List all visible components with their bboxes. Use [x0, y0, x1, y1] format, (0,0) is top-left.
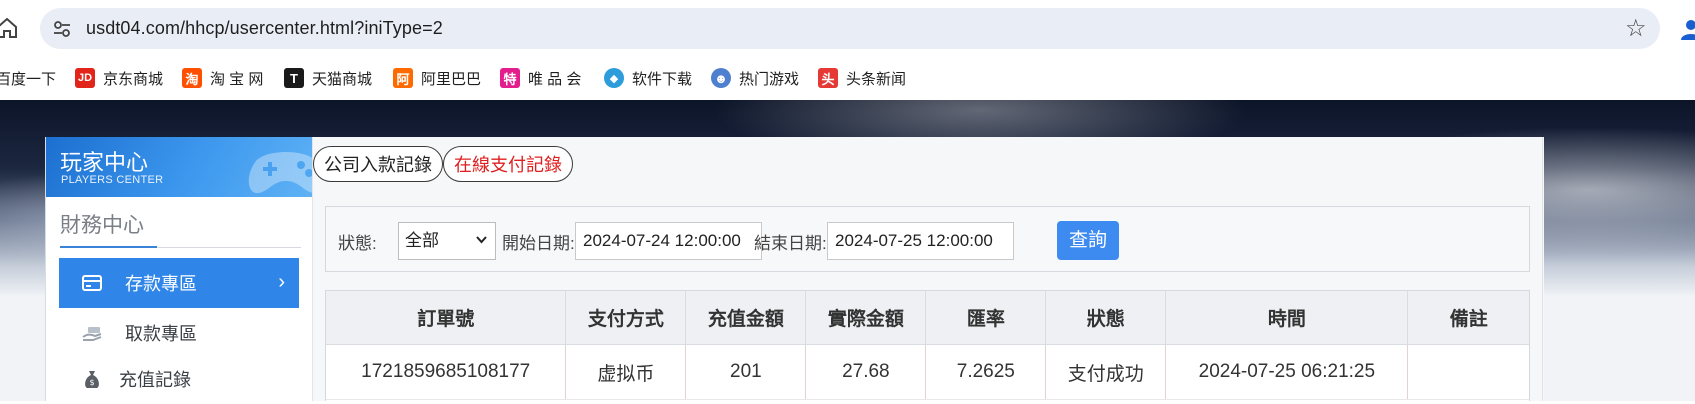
cell-time: 2024-07-25 06:21:25: [1165, 344, 1409, 400]
gamepad-icon: [248, 152, 313, 194]
cash-hand-icon: [82, 327, 102, 341]
end-date-label: 結束日期:: [754, 234, 827, 253]
bookmark-label: 百度一下: [0, 70, 57, 88]
software-icon: ◆: [604, 68, 624, 88]
address-bar[interactable]: usdt04.com/hhcp/usercenter.html?iniType=…: [40, 8, 1660, 49]
bookmark-label: 热门游戏: [739, 70, 800, 88]
sidebar-title: 玩家中心: [60, 150, 149, 175]
bookmark-alibaba[interactable]: 阿 阿里巴巴: [393, 66, 481, 90]
bookmarks-bar: 百度一下 JD 京东商城 淘 淘 宝 网 T 天猫商城 阿 阿里巴巴 特 唯 品…: [0, 56, 1695, 100]
card-icon: [82, 275, 102, 291]
table-row: 1721859685108177 虚拟币 201 27.68 7.2625 支付…: [326, 344, 1529, 400]
tmall-icon: T: [284, 68, 304, 88]
table-header-row: 訂單號 支付方式 充值金額 實際金額 匯率 狀態 時間 備註: [326, 291, 1529, 345]
cell-status: 支付成功: [1045, 344, 1167, 400]
divider: [157, 247, 301, 248]
start-date-input[interactable]: 2024-07-24 12:00:00: [575, 222, 762, 260]
jd-icon: JD: [75, 68, 95, 88]
header-recharge-amount: 充值金額: [685, 291, 807, 345]
home-icon[interactable]: [0, 18, 18, 38]
cell-recharge-amount: 201: [685, 344, 807, 400]
bookmark-label: 软件下载: [632, 70, 693, 88]
profile-icon[interactable]: [1680, 18, 1695, 40]
sidebar-item-label: 存款專區: [125, 274, 197, 294]
query-button[interactable]: 查詢: [1057, 221, 1119, 260]
cell-order-number: 1721859685108177: [326, 344, 567, 400]
header-exchange-rate: 匯率: [925, 291, 1047, 345]
sidebar-subtitle: PLAYERS CENTER: [61, 174, 164, 186]
money-bag-icon: $: [85, 371, 99, 388]
sidebar-item-label: 充值記錄: [119, 370, 191, 390]
bookmark-software[interactable]: ◆ 软件下载: [604, 66, 692, 90]
bookmark-label: 阿里巴巴: [421, 70, 482, 88]
header-status: 狀態: [1045, 291, 1167, 345]
start-date-label: 開始日期:: [502, 234, 575, 253]
end-date-input[interactable]: 2024-07-25 12:00:00: [827, 222, 1014, 260]
bookmark-star-icon[interactable]: ☆: [1625, 17, 1647, 41]
bookmark-taobao[interactable]: 淘 淘 宝 网: [182, 66, 263, 90]
games-icon: ☻: [711, 68, 731, 88]
sidebar-header: 玩家中心 PLAYERS CENTER: [46, 137, 313, 197]
bookmark-baidu[interactable]: 百度一下: [0, 66, 56, 90]
header-actual-amount: 實際金額: [805, 291, 927, 345]
tab-online-payment-records[interactable]: 在線支付記錄: [443, 146, 573, 182]
chevron-down-icon: [476, 236, 487, 244]
browser-toolbar: usdt04.com/hhcp/usercenter.html?iniType=…: [0, 0, 1695, 56]
finance-center-title: 財務中心: [60, 214, 144, 237]
svg-text:$: $: [89, 378, 94, 387]
taobao-icon: 淘: [182, 68, 202, 88]
filter-bar: 狀態: 全部 開始日期: 2024-07-24 12:00:00 結束日期: 2…: [325, 206, 1530, 272]
cell-remarks: [1407, 344, 1529, 400]
bookmark-jd[interactable]: JD 京东商城: [75, 66, 163, 90]
chevron-right-icon: ›: [278, 271, 285, 293]
cell-exchange-rate: 7.2625: [925, 344, 1047, 400]
bookmark-games[interactable]: ☻ 热门游戏: [711, 66, 799, 90]
bookmark-label: 淘 宝 网: [210, 70, 264, 88]
header-remarks: 備註: [1407, 291, 1529, 345]
status-select[interactable]: 全部: [398, 222, 496, 260]
header-order-number: 訂單號: [326, 291, 567, 345]
site-info-icon[interactable]: [52, 19, 72, 39]
panel-edge: [1542, 137, 1543, 401]
sidebar-item-deposit[interactable]: 存款專區 ›: [59, 258, 299, 308]
alibaba-icon: 阿: [393, 68, 413, 88]
bookmark-label: 唯 品 会: [528, 70, 582, 88]
tab-company-deposit-records[interactable]: 公司入款記錄: [313, 146, 443, 182]
cell-payment-method: 虚拟币: [565, 344, 687, 400]
finance-title-underline: [60, 246, 157, 248]
player-center-sidebar: 玩家中心 PLAYERS CENTER 財務中心 存款專區 › 取款專區 $ 充…: [45, 137, 313, 401]
bookmark-label: 天猫商城: [312, 70, 373, 88]
url-text[interactable]: usdt04.com/hhcp/usercenter.html?iniType=…: [86, 18, 443, 39]
main-panel: 公司入款記錄 在線支付記錄 狀態: 全部 開始日期: 2024-07-24 12…: [312, 137, 1544, 401]
bookmark-vip[interactable]: 特 唯 品 会: [500, 66, 581, 90]
sidebar-item-withdraw[interactable]: 取款專區: [59, 308, 299, 358]
cell-actual-amount: 27.68: [805, 344, 927, 400]
bookmark-tmall[interactable]: T 天猫商城: [284, 66, 372, 90]
status-label: 狀態:: [338, 234, 377, 253]
bookmark-toutiao[interactable]: 头 头条新闻: [818, 66, 906, 90]
status-select-value: 全部: [405, 231, 439, 250]
sidebar-item-recharge-records[interactable]: $ 充值記錄: [59, 354, 299, 404]
toutiao-icon: 头: [818, 68, 838, 88]
bookmark-label: 头条新闻: [846, 70, 907, 88]
header-time: 時間: [1165, 291, 1409, 345]
vip-icon: 特: [500, 68, 520, 88]
bookmark-label: 京东商城: [103, 70, 164, 88]
sidebar-item-label: 取款專區: [125, 324, 197, 344]
header-payment-method: 支付方式: [565, 291, 687, 345]
records-table: 訂單號 支付方式 充值金額 實際金額 匯率 狀態 時間 備註 172185968…: [325, 290, 1530, 401]
